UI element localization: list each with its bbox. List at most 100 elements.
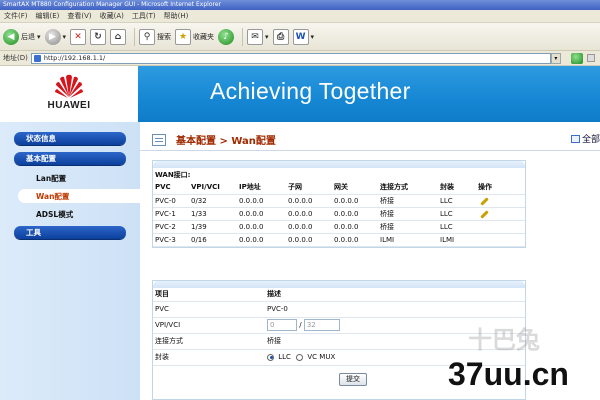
browser-toolbar: ◀ 后退 ▾ ▶ ▾ ✕ ↻ ⌂ ⚲ 搜索 ★ 收藏夹 ♪ ✉ ▾ ⎙ W ▾ <box>0 23 600 51</box>
wan-interface-panel: WAN接口: PVC VPI/VCI IP地址 子网 网关 连接方式 封装 操作… <box>152 160 526 248</box>
submit-button[interactable]: 提交 <box>339 373 367 386</box>
cell-ip: 0.0.0.0 <box>237 194 286 208</box>
favorites-button[interactable]: ★ 收藏夹 <box>175 26 214 48</box>
refresh-icon: ↻ <box>90 28 107 45</box>
sidebar-item-wan[interactable]: Wan配置 <box>18 189 140 203</box>
back-arrow-icon: ◀ <box>3 28 19 45</box>
wan-table: WAN接口: PVC VPI/VCI IP地址 子网 网关 连接方式 封装 操作… <box>153 168 525 247</box>
print-button[interactable]: ⎙ <box>272 26 289 48</box>
chevron-down-icon: ▾ <box>62 32 67 41</box>
cell-action <box>476 220 525 234</box>
cell-vpivci: 1/33 <box>189 207 237 221</box>
edit-button[interactable]: W ▾ <box>292 26 315 48</box>
address-label: 地址(D) <box>3 54 28 62</box>
address-input[interactable]: http://192.168.1.1/ <box>30 52 551 64</box>
toolbar-divider <box>242 27 244 46</box>
search-button[interactable]: ⚲ 搜索 <box>139 26 171 48</box>
cell-pvc: PVC-0 <box>153 194 189 208</box>
expand-all-link[interactable]: 全部 <box>570 132 600 145</box>
table-row[interactable]: PVC-1 1/33 0.0.0.0 0.0.0.0 0.0.0.0 桥接 LL… <box>153 207 525 221</box>
cell-subnet: 0.0.0.0 <box>286 220 332 234</box>
cell-subnet: 0.0.0.0 <box>286 207 332 221</box>
cell-ip: 0.0.0.0 <box>237 220 286 234</box>
document-icon <box>152 133 166 146</box>
content-divider <box>140 150 600 151</box>
cell-encap: LLC <box>438 207 476 221</box>
sidebar-item-wan-label: Wan配置 <box>36 192 70 201</box>
wan-table-header-row: PVC VPI/VCI IP地址 子网 网关 连接方式 封装 操作 <box>153 181 525 195</box>
cell-pvc: PVC-1 <box>153 207 189 221</box>
cell-gateway: 0.0.0.0 <box>332 194 378 208</box>
logo-wordmark: HUAWEI <box>47 100 91 111</box>
cell-encap: LLC <box>438 220 476 234</box>
window-title: SmartAX MT880 Configuration Manager GUI … <box>3 1 221 8</box>
encap-vcmux-radio[interactable] <box>296 353 304 361</box>
sidebar-item-lan[interactable]: Lan配置 <box>36 173 66 184</box>
printer-icon: ⎙ <box>272 28 289 45</box>
col-header-gateway: 网关 <box>332 181 378 195</box>
banner-slogan: Achieving Together <box>210 78 411 104</box>
cell-vpivci: 0/32 <box>189 194 237 208</box>
cell-pvc: PVC-2 <box>153 220 189 234</box>
pvc-value: PVC-0 <box>265 301 525 318</box>
forward-button[interactable]: ▶ ▾ <box>44 26 67 48</box>
edit-pencil-icon[interactable] <box>480 209 489 219</box>
table-row[interactable]: PVC-3 0/16 0.0.0.0 0.0.0.0 0.0.0.0 ILMI … <box>153 233 525 247</box>
media-button[interactable]: ♪ <box>218 26 235 48</box>
forward-arrow-icon: ▶ <box>44 28 61 45</box>
cell-vpivci: 0/16 <box>189 233 237 247</box>
menu-tools[interactable]: 工具(T) <box>132 11 156 21</box>
home-button[interactable]: ⌂ <box>110 26 127 48</box>
cell-action <box>476 233 525 247</box>
back-button[interactable]: ◀ 后退 ▾ <box>3 26 41 48</box>
col-header-ip: IP地址 <box>237 181 286 195</box>
table-row[interactable]: PVC-2 1/39 0.0.0.0 0.0.0.0 0.0.0.0 桥接 LL… <box>153 220 525 234</box>
edit-pencil-icon[interactable] <box>480 196 489 206</box>
col-header-connection: 连接方式 <box>378 181 438 195</box>
sidebar-item-adsl[interactable]: ADSL模式 <box>36 209 73 220</box>
cell-ip: 0.0.0.0 <box>237 207 286 221</box>
vpi-input[interactable]: 0 <box>267 319 297 331</box>
logo-area: HUAWEI <box>0 66 138 122</box>
watermark: 37uu.cn <box>448 356 569 392</box>
chevron-down-icon: ▾ <box>265 32 269 41</box>
address-bar: 地址(D) http://192.168.1.1/ ▾ <box>0 51 600 66</box>
address-dropdown-button[interactable]: ▾ <box>550 52 561 64</box>
encap-vcmux-label: VC MUX <box>307 353 336 361</box>
cell-connection: 桥接 <box>378 220 438 234</box>
star-icon: ★ <box>175 28 192 45</box>
chevron-down-icon: ▾ <box>37 32 41 41</box>
cell-gateway: 0.0.0.0 <box>332 220 378 234</box>
menu-view[interactable]: 查看(V) <box>67 11 91 21</box>
detail-header-desc: 描述 <box>265 288 525 302</box>
cell-vpivci: 1/39 <box>189 220 237 234</box>
toolbar-overflow-icon[interactable] <box>586 54 595 62</box>
breadcrumb-text: 基本配置 > Wan配置 <box>176 136 276 147</box>
cell-encap: LLC <box>438 194 476 208</box>
word-icon: W <box>292 28 309 45</box>
refresh-button[interactable]: ↻ <box>90 26 107 48</box>
stop-button[interactable]: ✕ <box>70 26 87 48</box>
home-icon: ⌂ <box>110 28 127 45</box>
table-row[interactable]: PVC-0 0/32 0.0.0.0 0.0.0.0 0.0.0.0 桥接 LL… <box>153 194 525 208</box>
cell-action <box>476 207 525 221</box>
menu-file[interactable]: 文件(F) <box>4 11 28 21</box>
watermark-faint: 十巴兔 <box>468 326 540 354</box>
cell-subnet: 0.0.0.0 <box>286 233 332 247</box>
go-icon[interactable] <box>570 52 583 64</box>
vci-input[interactable]: 32 <box>303 319 340 331</box>
mail-icon: ✉ <box>247 28 264 45</box>
mail-button[interactable]: ✉ ▾ <box>247 26 269 48</box>
cell-ip: 0.0.0.0 <box>237 233 286 247</box>
sidebar-item-tools[interactable]: 工具 <box>14 226 126 239</box>
connection-label: 连接方式 <box>153 333 265 350</box>
menu-favorites[interactable]: 收藏(A) <box>100 11 124 21</box>
media-icon: ♪ <box>218 28 235 45</box>
sidebar-item-basic-config[interactable]: 基本配置 <box>14 152 126 165</box>
menu-edit[interactable]: 编辑(E) <box>36 11 60 21</box>
menu-help[interactable]: 帮助(H) <box>164 11 189 21</box>
chevron-down-icon: ▾ <box>310 32 315 41</box>
header-banner: HUAWEI Achieving Together <box>0 66 600 122</box>
encap-llc-radio[interactable] <box>267 353 274 361</box>
sidebar-item-status[interactable]: 状态信息 <box>14 132 126 145</box>
